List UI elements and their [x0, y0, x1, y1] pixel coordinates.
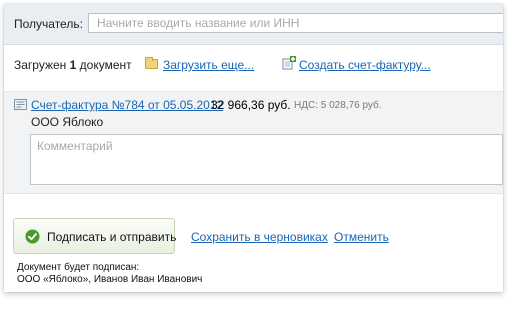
upload-more-link[interactable]: Загрузить еще... [163, 58, 254, 72]
upload-status: Загружен 1 документ [14, 58, 132, 72]
invoice-title-link[interactable]: Счет-фактура №784 от 05.05.2012 [31, 98, 223, 112]
create-invoice-link[interactable]: Создать счет-фактуру... [299, 58, 431, 72]
check-circle-icon [25, 229, 40, 244]
recipient-bar: Получатель: [4, 4, 503, 45]
recipient-input[interactable] [88, 13, 503, 33]
cancel-link[interactable]: Отменить [334, 230, 389, 244]
invoice-vat: НДС: 5 028,76 руб. [294, 100, 382, 111]
sign-and-send-button[interactable]: Подписать и отправить [13, 218, 177, 254]
save-drafts-link[interactable]: Сохранить в черновиках [191, 230, 328, 244]
signature-note-signer: ООО «Яблоко», Иванов Иван Иванович [17, 274, 203, 285]
invoice-doc-icon [14, 99, 27, 110]
send-document-panel: Получатель: Загружен 1 документ Загрузит… [4, 4, 503, 292]
doc-plus-icon [282, 56, 296, 70]
upload-status-suffix: документ [76, 58, 132, 72]
recipient-label: Получатель: [14, 17, 83, 31]
signature-note: Документ будет подписан: ООО «Яблоко», И… [17, 262, 202, 286]
comment-field[interactable] [30, 134, 503, 185]
invoice-amount: 32 966,36 руб. [211, 98, 291, 112]
upload-status-prefix: Загружен [14, 58, 70, 72]
signature-note-line1: Документ будет подписан: [17, 262, 140, 273]
upload-status-row: Загружен 1 документ Загрузить еще... Соз… [14, 56, 494, 76]
invoice-company: ООО Яблоко [31, 115, 104, 129]
sign-and-send-label: Подписать и отправить [47, 230, 177, 244]
folder-icon [145, 57, 158, 69]
invoice-item: Счет-фактура №784 от 05.05.2012 32 966,3… [4, 91, 503, 194]
